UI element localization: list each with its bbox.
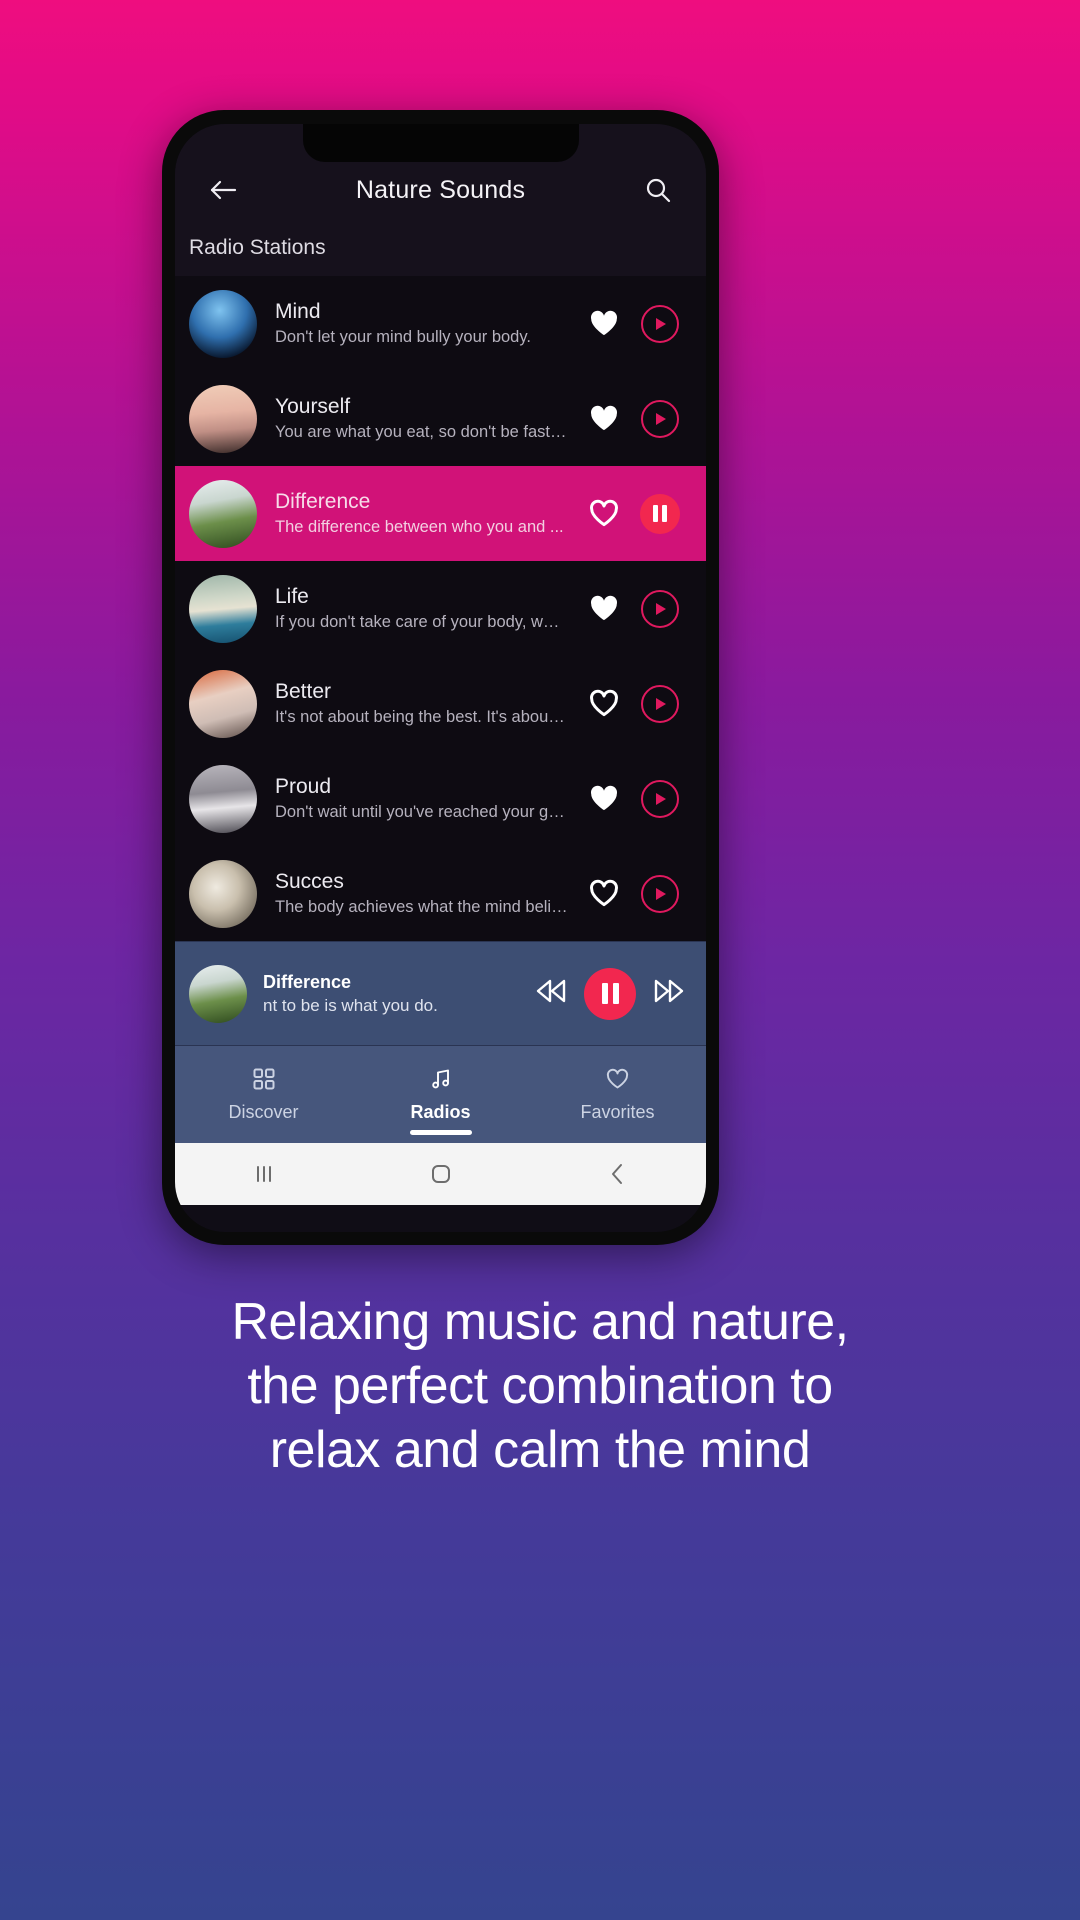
home-icon[interactable]: [352, 1161, 529, 1187]
phone-notch: [302, 124, 579, 162]
heart-outline-icon[interactable]: [576, 878, 632, 909]
station-title: Mind: [275, 300, 321, 323]
station-text: Proud Don't wait until you've reached you…: [257, 773, 576, 824]
nav-label-favorites: Favorites: [580, 1101, 655, 1122]
radio-station-list: Mind Don't let your mind bully your body.…: [175, 276, 706, 941]
pause-icon[interactable]: [584, 967, 636, 1020]
page-title: Nature Sounds: [355, 175, 526, 204]
nav-item-discover[interactable]: Discover: [175, 1046, 352, 1143]
station-subtitle: The difference between who you and ...: [275, 518, 564, 536]
mini-player-subtitle: nt to be is what you do.: [263, 995, 438, 1015]
back-chevron-icon[interactable]: [529, 1161, 706, 1187]
phone-frame: Nature Sounds Radio Stations Mind Don't l…: [162, 110, 719, 1245]
nav-item-favorites[interactable]: Favorites: [529, 1046, 706, 1143]
caption-line-2: the perfect combination to: [247, 1357, 833, 1415]
section-label: Radio Stations: [175, 228, 706, 276]
station-artwork: [189, 574, 257, 643]
system-navigation-bar: [175, 1143, 706, 1205]
station-title: Succes: [275, 870, 344, 893]
station-subtitle: You are what you eat, so don't be fast, …: [275, 423, 568, 441]
play-icon[interactable]: [632, 304, 688, 343]
play-icon[interactable]: [632, 874, 688, 913]
station-title: Yourself: [275, 395, 351, 418]
recents-icon[interactable]: [175, 1163, 352, 1185]
nav-label-discover: Discover: [228, 1101, 299, 1122]
caption-line-3: relax and calm the mind: [269, 1421, 811, 1479]
heart-outline-icon[interactable]: [576, 688, 632, 719]
promo-caption: Relaxing music and nature, the perfect c…: [0, 1290, 1080, 1482]
caption-line-1: Relaxing music and nature,: [231, 1293, 849, 1351]
play-icon[interactable]: [632, 684, 688, 723]
station-subtitle: Don't wait until you've reached your go.…: [275, 803, 568, 821]
station-title: Better: [275, 680, 332, 703]
station-text: Life If you don't take care of your body,…: [257, 583, 576, 634]
pause-icon[interactable]: [632, 493, 688, 534]
mini-player-text: Difference nt to be is what you do.: [247, 970, 532, 1018]
search-icon[interactable]: [638, 176, 678, 204]
station-subtitle: The body achieves what the mind belie...: [275, 898, 568, 916]
fast-forward-icon[interactable]: [650, 976, 688, 1011]
play-icon[interactable]: [632, 399, 688, 438]
heart-filled-icon[interactable]: [576, 783, 632, 814]
radio-station-row[interactable]: Mind Don't let your mind bully your body.: [175, 276, 706, 371]
play-icon[interactable]: [632, 589, 688, 628]
mini-player[interactable]: Difference nt to be is what you do.: [175, 941, 706, 1045]
mini-player-controls: [532, 967, 688, 1020]
station-text: Better It's not about being the best. It'…: [257, 678, 576, 729]
station-subtitle: Don't let your mind bully your body.: [275, 328, 531, 346]
heart-filled-icon[interactable]: [576, 403, 632, 434]
phone-screen: Nature Sounds Radio Stations Mind Don't l…: [175, 124, 706, 1232]
nav-item-radios[interactable]: Radios: [352, 1046, 529, 1143]
station-artwork: [189, 289, 257, 358]
grid-icon: [252, 1067, 276, 1096]
station-subtitle: If you don't take care of your body, whe…: [275, 613, 568, 631]
station-artwork: [189, 764, 257, 833]
nav-active-indicator: [409, 1130, 472, 1135]
mini-player-title: Difference: [263, 971, 352, 992]
station-title: Difference: [275, 490, 371, 513]
rewind-icon[interactable]: [532, 976, 570, 1011]
heart-filled-icon[interactable]: [576, 308, 632, 339]
mini-player-artwork: [189, 964, 247, 1023]
station-title: Life: [275, 585, 309, 608]
station-artwork: [189, 479, 257, 548]
heart-filled-icon[interactable]: [576, 593, 632, 624]
bottom-navigation: Discover Radios Favorites: [175, 1045, 706, 1143]
radio-station-row[interactable]: Difference The difference between who you…: [175, 466, 706, 561]
radio-station-row[interactable]: Better It's not about being the best. It'…: [175, 656, 706, 751]
station-artwork: [189, 859, 257, 928]
station-text: Succes The body achieves what the mind be…: [257, 868, 576, 919]
nav-label-radios: Radios: [410, 1101, 471, 1122]
station-artwork: [189, 384, 257, 453]
arrow-left-icon[interactable]: [203, 178, 243, 202]
station-text: Mind Don't let your mind bully your body.: [257, 298, 576, 349]
station-subtitle: It's not about being the best. It's abou…: [275, 708, 568, 726]
heart-outline-icon: [605, 1067, 630, 1096]
station-text: Yourself You are what you eat, so don't b…: [257, 393, 576, 444]
play-icon[interactable]: [632, 779, 688, 818]
radio-station-row[interactable]: Proud Don't wait until you've reached you…: [175, 751, 706, 846]
station-text: Difference The difference between who you…: [257, 488, 576, 539]
heart-outline-icon[interactable]: [576, 498, 632, 529]
radio-station-row[interactable]: Life If you don't take care of your body,…: [175, 561, 706, 656]
music-note-icon: [429, 1067, 453, 1096]
station-artwork: [189, 669, 257, 738]
station-title: Proud: [275, 775, 332, 798]
radio-station-row[interactable]: Succes The body achieves what the mind be…: [175, 846, 706, 941]
radio-station-row[interactable]: Yourself You are what you eat, so don't b…: [175, 371, 706, 466]
